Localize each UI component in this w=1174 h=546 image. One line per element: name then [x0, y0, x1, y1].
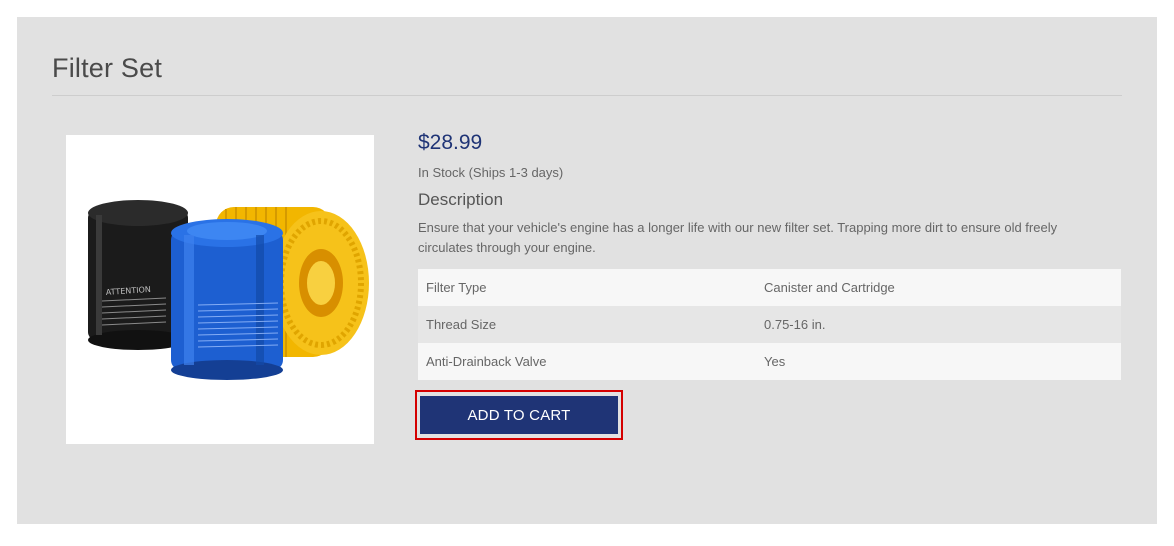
product-price: $28.99	[418, 131, 483, 154]
description-heading: Description	[418, 190, 504, 209]
table-row: Thread Size 0.75-16 in.	[418, 306, 1121, 343]
blue-canister-filter	[171, 219, 283, 380]
product-panel: Filter Set ATTENTION $28.99 In Stock (Sh…	[17, 17, 1157, 524]
spec-label: Anti-Drainback Valve	[426, 354, 547, 369]
spec-label: Thread Size	[426, 317, 497, 332]
product-image: ATTENTION	[66, 135, 374, 444]
title-divider	[52, 95, 1122, 96]
add-to-cart-highlight: ADD TO CART	[415, 390, 623, 440]
spec-label: Filter Type	[426, 280, 487, 295]
specs-table: Filter Type Canister and Cartridge Threa…	[418, 269, 1121, 380]
oil-filters-illustration: ATTENTION	[88, 200, 369, 380]
stock-status: In Stock (Ships 1-3 days)	[418, 165, 564, 180]
page-title: Filter Set	[52, 53, 163, 83]
description-text: Ensure that your vehicle's engine has a …	[418, 220, 1058, 255]
spec-value: Yes	[764, 354, 786, 369]
spec-value: 0.75-16 in.	[764, 317, 826, 332]
table-row: Anti-Drainback Valve Yes	[418, 343, 1121, 380]
table-row: Filter Type Canister and Cartridge	[418, 269, 1121, 306]
product-info: $28.99 In Stock (Ships 1-3 days) Descrip…	[418, 129, 1121, 380]
add-to-cart-button[interactable]: ADD TO CART	[420, 396, 618, 434]
spec-value: Canister and Cartridge	[764, 280, 895, 295]
